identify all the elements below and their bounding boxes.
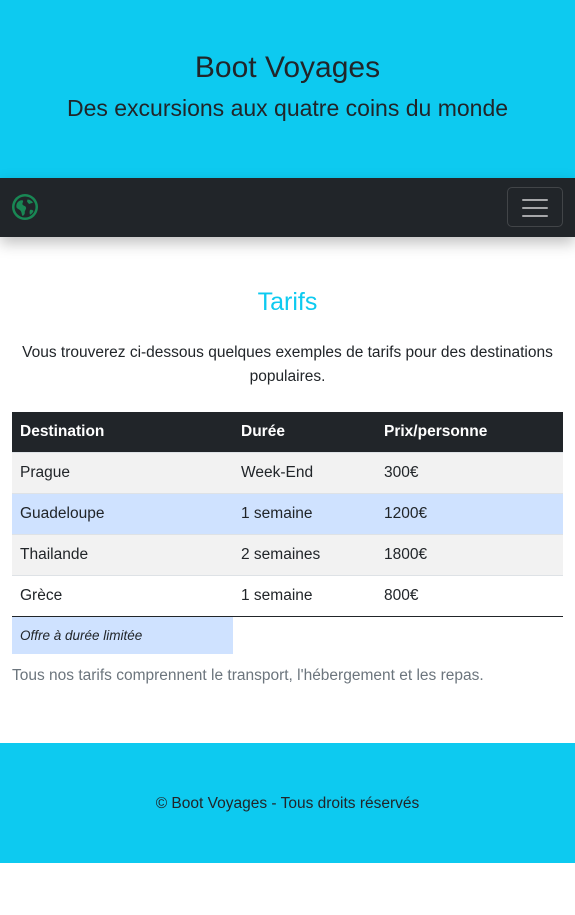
cell-destination: Thailande	[12, 533, 233, 575]
globe-icon	[12, 194, 38, 220]
site-subtitle: Des excursions aux quatre coins du monde	[66, 95, 509, 121]
table-row: Grèce 1 semaine 800€	[12, 574, 563, 617]
column-header-prix: Prix/personne	[376, 412, 563, 452]
column-header-duree: Durée	[233, 412, 376, 452]
site-title: Boot Voyages	[194, 51, 381, 84]
column-header-destination: Destination	[12, 412, 233, 452]
cell-destination: Guadeloupe	[12, 492, 233, 534]
intro-text: Vous trouverez ci-dessous quelques exemp…	[22, 344, 553, 385]
copyright-text: © Boot Voyages - Tous droits réservés	[155, 795, 420, 812]
cell-destination: Grèce	[12, 574, 233, 617]
cell-duree: 1 semaine	[233, 492, 376, 534]
table-footer-row: Offre à durée limitée	[12, 616, 563, 654]
table-row: Guadeloupe 1 semaine 1200€	[12, 492, 563, 534]
brand-link[interactable]	[11, 193, 39, 221]
navbar-toggler-button[interactable]	[507, 187, 563, 227]
cell-prix: 300€	[376, 451, 563, 493]
cell-destination: Prague	[12, 451, 233, 493]
footer: © Boot Voyages - Tous droits réservés	[0, 743, 575, 863]
pricing-table: Destination Durée Prix/personne Prague W…	[12, 412, 563, 654]
cell-duree: 2 semaines	[233, 533, 376, 575]
empty-cell	[376, 616, 563, 654]
cell-prix: 1200€	[376, 492, 563, 534]
table-header-row: Destination Durée Prix/personne	[12, 412, 563, 452]
navbar	[0, 178, 575, 237]
cell-duree: 1 semaine	[233, 574, 376, 617]
cell-duree: Week-End	[233, 451, 376, 493]
header-banner: Boot Voyages Des excursions aux quatre c…	[0, 0, 575, 178]
cell-prix: 800€	[376, 574, 563, 617]
table-row: Thailande 2 semaines 1800€	[12, 533, 563, 575]
cell-prix: 1800€	[376, 533, 563, 575]
limited-offer-note: Offre à durée limitée	[12, 616, 233, 654]
empty-cell	[233, 616, 376, 654]
pricing-note: Tous nos tarifs comprennent le transport…	[12, 667, 484, 684]
table-row: Prague Week-End 300€	[12, 451, 563, 493]
section-title: Tarifs	[257, 288, 318, 316]
